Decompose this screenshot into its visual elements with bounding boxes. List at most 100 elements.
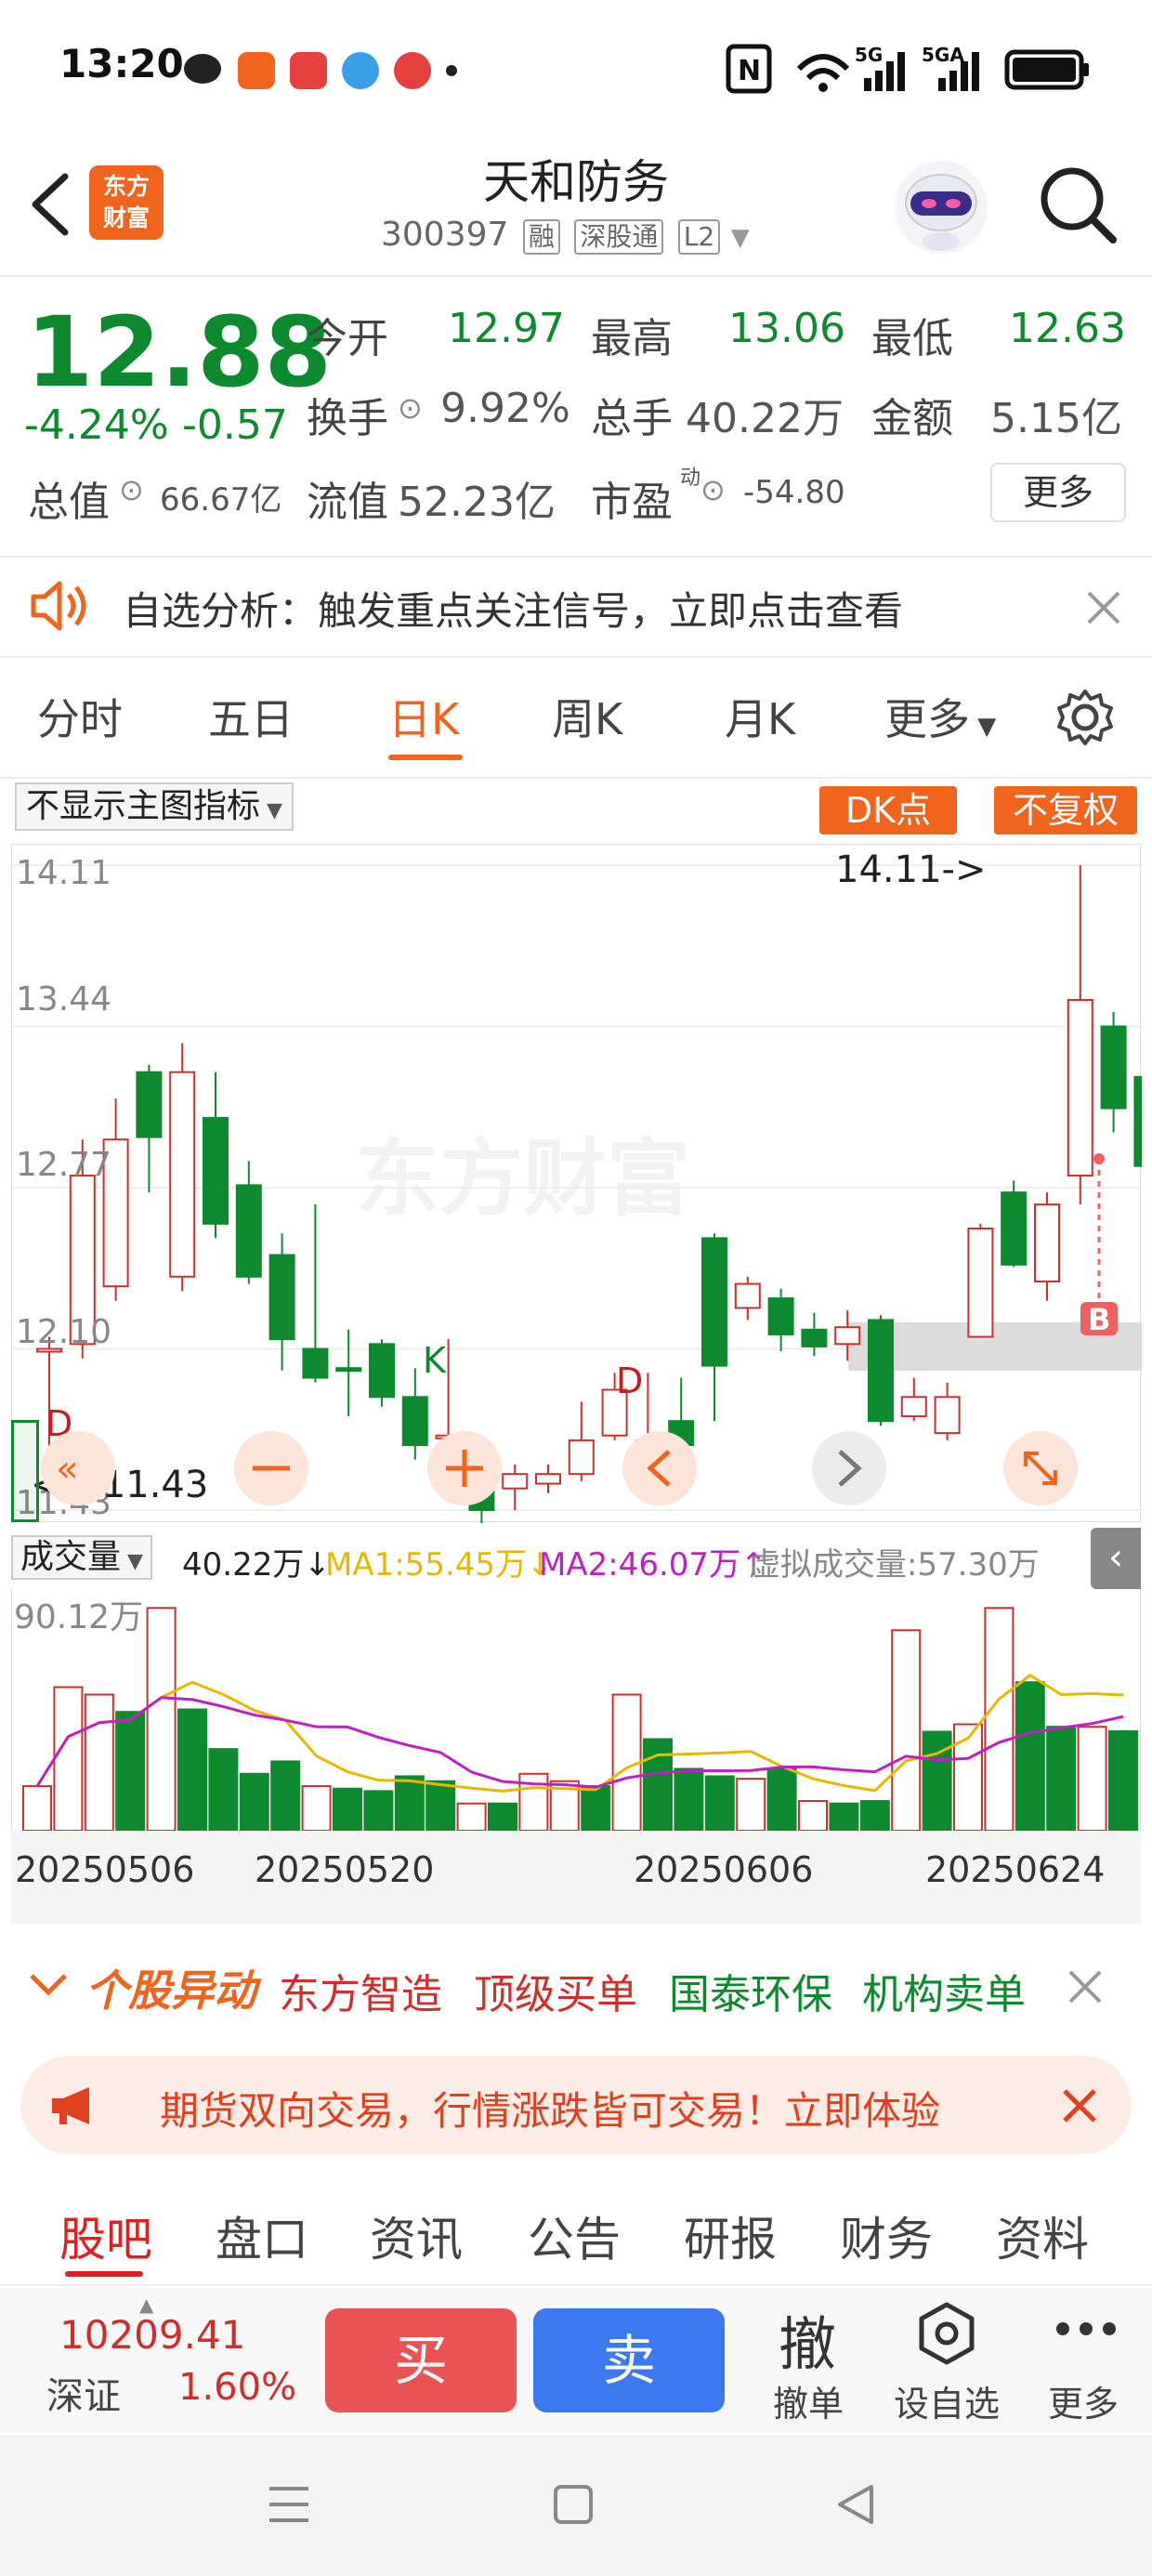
candle-body [1001, 1191, 1028, 1266]
volume-chart[interactable]: 90.12万 [11, 1589, 1141, 1833]
add-watchlist-label[interactable]: 设自选 [894, 2375, 1000, 2426]
float-label: 流值 [307, 479, 388, 526]
volume-max-label: 90.12万 [14, 1598, 143, 1636]
volume-bar [984, 1607, 1015, 1832]
low-label: 最低 [871, 315, 953, 362]
settings-gear-icon[interactable] [1055, 688, 1115, 747]
volume-bar [1108, 1729, 1138, 1832]
close-icon[interactable] [1067, 1968, 1104, 2005]
volume-header: 成交量 ▼ 40.22万↓ MA1:55.45万↓ MA2:46.07万↑ 虚拟… [11, 1528, 1141, 1589]
tab-financials[interactable]: 财务 [840, 2202, 933, 2269]
info-icon[interactable]: ⊙ [398, 390, 423, 426]
sell-button[interactable]: 卖 [533, 2308, 725, 2412]
more-dots-icon[interactable] [1054, 2316, 1119, 2344]
menu-icon[interactable] [266, 2483, 312, 2526]
info-icon[interactable]: ⊙ [700, 472, 726, 507]
content-tabs: 股吧 盘口 资讯 公告 研报 财务 资料 [0, 2175, 1152, 2286]
search-icon[interactable] [1037, 164, 1120, 247]
info-icon[interactable]: ⊙ [119, 472, 144, 507]
pe-label: 市盈 [591, 479, 673, 526]
robot-avatar-icon[interactable] [890, 156, 992, 258]
tab-daily-k[interactable]: 日K [388, 686, 459, 747]
close-icon[interactable] [1083, 587, 1124, 628]
volume-bar [239, 1772, 269, 1832]
low-value: 12.63 [1009, 305, 1126, 352]
tab-underline [65, 2271, 143, 2277]
volume-bar [1077, 1726, 1107, 1833]
candle-body [767, 1297, 794, 1335]
volume-label: 总手 [591, 395, 673, 442]
collapse-tab-button[interactable]: ‹ [1091, 1528, 1141, 1589]
stock-code-row[interactable]: 300397 融 深股通 L2 ▼ [381, 216, 750, 255]
more-label[interactable]: 更多 [1048, 2375, 1119, 2426]
tab-forum[interactable]: 股吧 [59, 2202, 152, 2269]
cancel-order-icon[interactable]: 撤 [779, 2297, 836, 2381]
index-name[interactable]: 深证 [46, 2366, 121, 2420]
notice-text[interactable]: 自选分析：触发重点关注信号，立即点击查看 [123, 580, 903, 637]
megaphone-icon [52, 2087, 89, 2124]
svg-text:5GA: 5GA [922, 44, 964, 66]
double-left-icon: « [56, 1448, 78, 1491]
candle-body [203, 1116, 229, 1225]
volume-bar [146, 1607, 177, 1832]
pe-value: -54.80 [743, 474, 845, 511]
candle-body [934, 1396, 961, 1435]
volume-indicator-select[interactable]: 成交量 ▼ [11, 1535, 152, 1580]
volume-bar [859, 1800, 890, 1832]
tab-intraday[interactable]: 分时 [37, 686, 123, 747]
alert-item[interactable]: 东方智造 [279, 1961, 442, 2020]
adjust-button[interactable]: 不复权 [994, 786, 1137, 835]
volume-bar [922, 1730, 952, 1833]
cancel-order-label[interactable]: 撤单 [773, 2375, 844, 2426]
y-tick-label: 12.77 [16, 1146, 111, 1184]
index-change[interactable]: 1.60% [178, 2366, 296, 2409]
tab-weekly-k[interactable]: 周K [552, 686, 622, 747]
chevron-down-icon[interactable] [28, 1970, 69, 1998]
stock-alert-row[interactable]: 个股异动 东方智造 顶级买单 国泰环保 机构卖单 [0, 1942, 1152, 2026]
open-label: 今开 [307, 315, 388, 362]
volume-bar [84, 1693, 114, 1832]
tab-profile[interactable]: 资料 [996, 2202, 1089, 2269]
tab-monthly-k[interactable]: 月K [725, 686, 795, 747]
mcap-label: 总值 [28, 479, 110, 526]
kline-chart[interactable]: 东方财富 14.11 13.44 12.77 12.10 11.43 14.11… [11, 844, 1152, 1525]
back-triangle-icon[interactable] [834, 2481, 877, 2528]
marker-b: B [1088, 1302, 1110, 1337]
volume-svg: 90.12万 [14, 1598, 1138, 1833]
tab-more[interactable]: 更多 ▼ [884, 686, 996, 747]
high-annotation: 14.11-> [835, 848, 986, 891]
index-value[interactable]: 10209.41 [59, 2312, 245, 2358]
chart-nav-controls: « [41, 1431, 1078, 1505]
dk-point-button[interactable]: DK点 [819, 786, 957, 835]
volume-bar [953, 1723, 983, 1833]
x-tick-label: 20250606 [634, 1849, 814, 1890]
tab-research[interactable]: 研报 [684, 2202, 777, 2269]
period-tabs: 分时 五日 日K 周K 月K 更多 ▼ [0, 658, 1152, 779]
candle-body [235, 1184, 262, 1278]
tab-orderbook[interactable]: 盘口 [216, 2202, 308, 2269]
tab-underline [388, 755, 463, 760]
main-indicator-select[interactable]: 不显示主图指标 ▼ [15, 782, 294, 831]
volume-bar [581, 1785, 611, 1833]
tab-announcements[interactable]: 公告 [528, 2202, 621, 2269]
promo-banner[interactable]: 期货双向交易，行情涨跌皆可交易！立即体验 [20, 2056, 1132, 2154]
candle-body [169, 1071, 196, 1278]
alert-item[interactable]: 机构卖单 [862, 1961, 1026, 2020]
add-watchlist-icon[interactable] [916, 2301, 977, 2366]
x-tick-label: 20250506 [15, 1849, 195, 1890]
volume-bar [53, 1686, 84, 1833]
high-value: 13.06 [728, 305, 845, 352]
candle-body [1133, 1075, 1152, 1167]
candle-body [801, 1328, 828, 1347]
y-tick-label: 13.44 [16, 980, 111, 1019]
more-quote-button[interactable]: 更多 [990, 463, 1126, 522]
alert-item[interactable]: 顶级买单 [474, 1961, 637, 2020]
svg-text:5G: 5G [855, 44, 883, 66]
candle-body [701, 1237, 727, 1367]
tab-five-day[interactable]: 五日 [208, 686, 294, 747]
buy-button[interactable]: 买 [325, 2308, 517, 2412]
tab-news[interactable]: 资讯 [370, 2202, 463, 2269]
home-square-icon[interactable] [552, 2483, 595, 2526]
close-icon[interactable] [1061, 2087, 1098, 2124]
alert-item[interactable]: 国泰环保 [669, 1961, 832, 2020]
